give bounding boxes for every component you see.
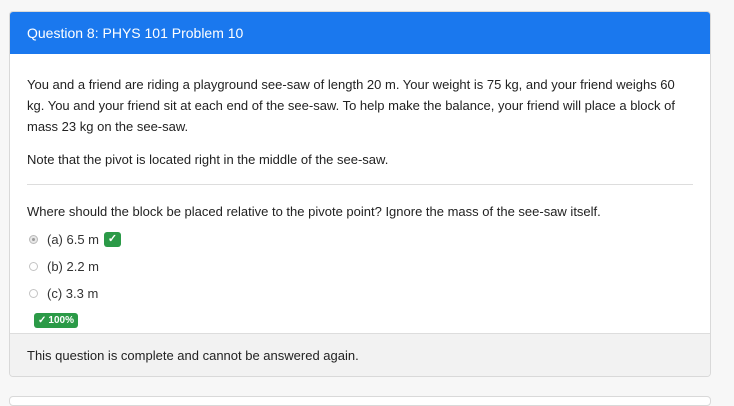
correct-check-icon: ✓: [104, 232, 122, 247]
pivot-note: Note that the pivot is located right in …: [27, 152, 389, 167]
next-question-card: [9, 396, 711, 406]
question-card: Question 8: PHYS 101 Problem 10 You and …: [9, 11, 711, 377]
question-title: Question 8: PHYS 101 Problem 10: [27, 25, 244, 41]
completion-message: This question is complete and cannot be …: [27, 347, 359, 363]
divider: [27, 184, 693, 185]
answer-option-label: (b) 2.2 m: [47, 259, 100, 274]
question-prompt: Where should the block be placed relativ…: [27, 204, 601, 219]
answer-option-label: (c) 3.3 m: [47, 286, 99, 301]
score-label: 100%: [48, 315, 74, 326]
question-footer: This question is complete and cannot be …: [10, 333, 710, 376]
answer-option-a[interactable]: (a) 6.5 m ✓: [27, 226, 693, 253]
radio-button-b[interactable]: [29, 262, 38, 271]
question-body: You and a friend are riding a playground…: [10, 54, 710, 329]
radio-button-c[interactable]: [29, 289, 38, 298]
radio-button-a[interactable]: [29, 235, 38, 244]
score-badge: ✓ 100%: [34, 313, 78, 328]
check-icon: ✓: [38, 315, 47, 326]
question-header: Question 8: PHYS 101 Problem 10: [10, 12, 710, 54]
problem-statement: You and a friend are riding a playground…: [27, 77, 675, 134]
answer-option-c[interactable]: (c) 3.3 m: [27, 280, 693, 307]
answer-option-b[interactable]: (b) 2.2 m: [27, 253, 693, 280]
answer-option-label: (a) 6.5 m: [47, 232, 100, 247]
